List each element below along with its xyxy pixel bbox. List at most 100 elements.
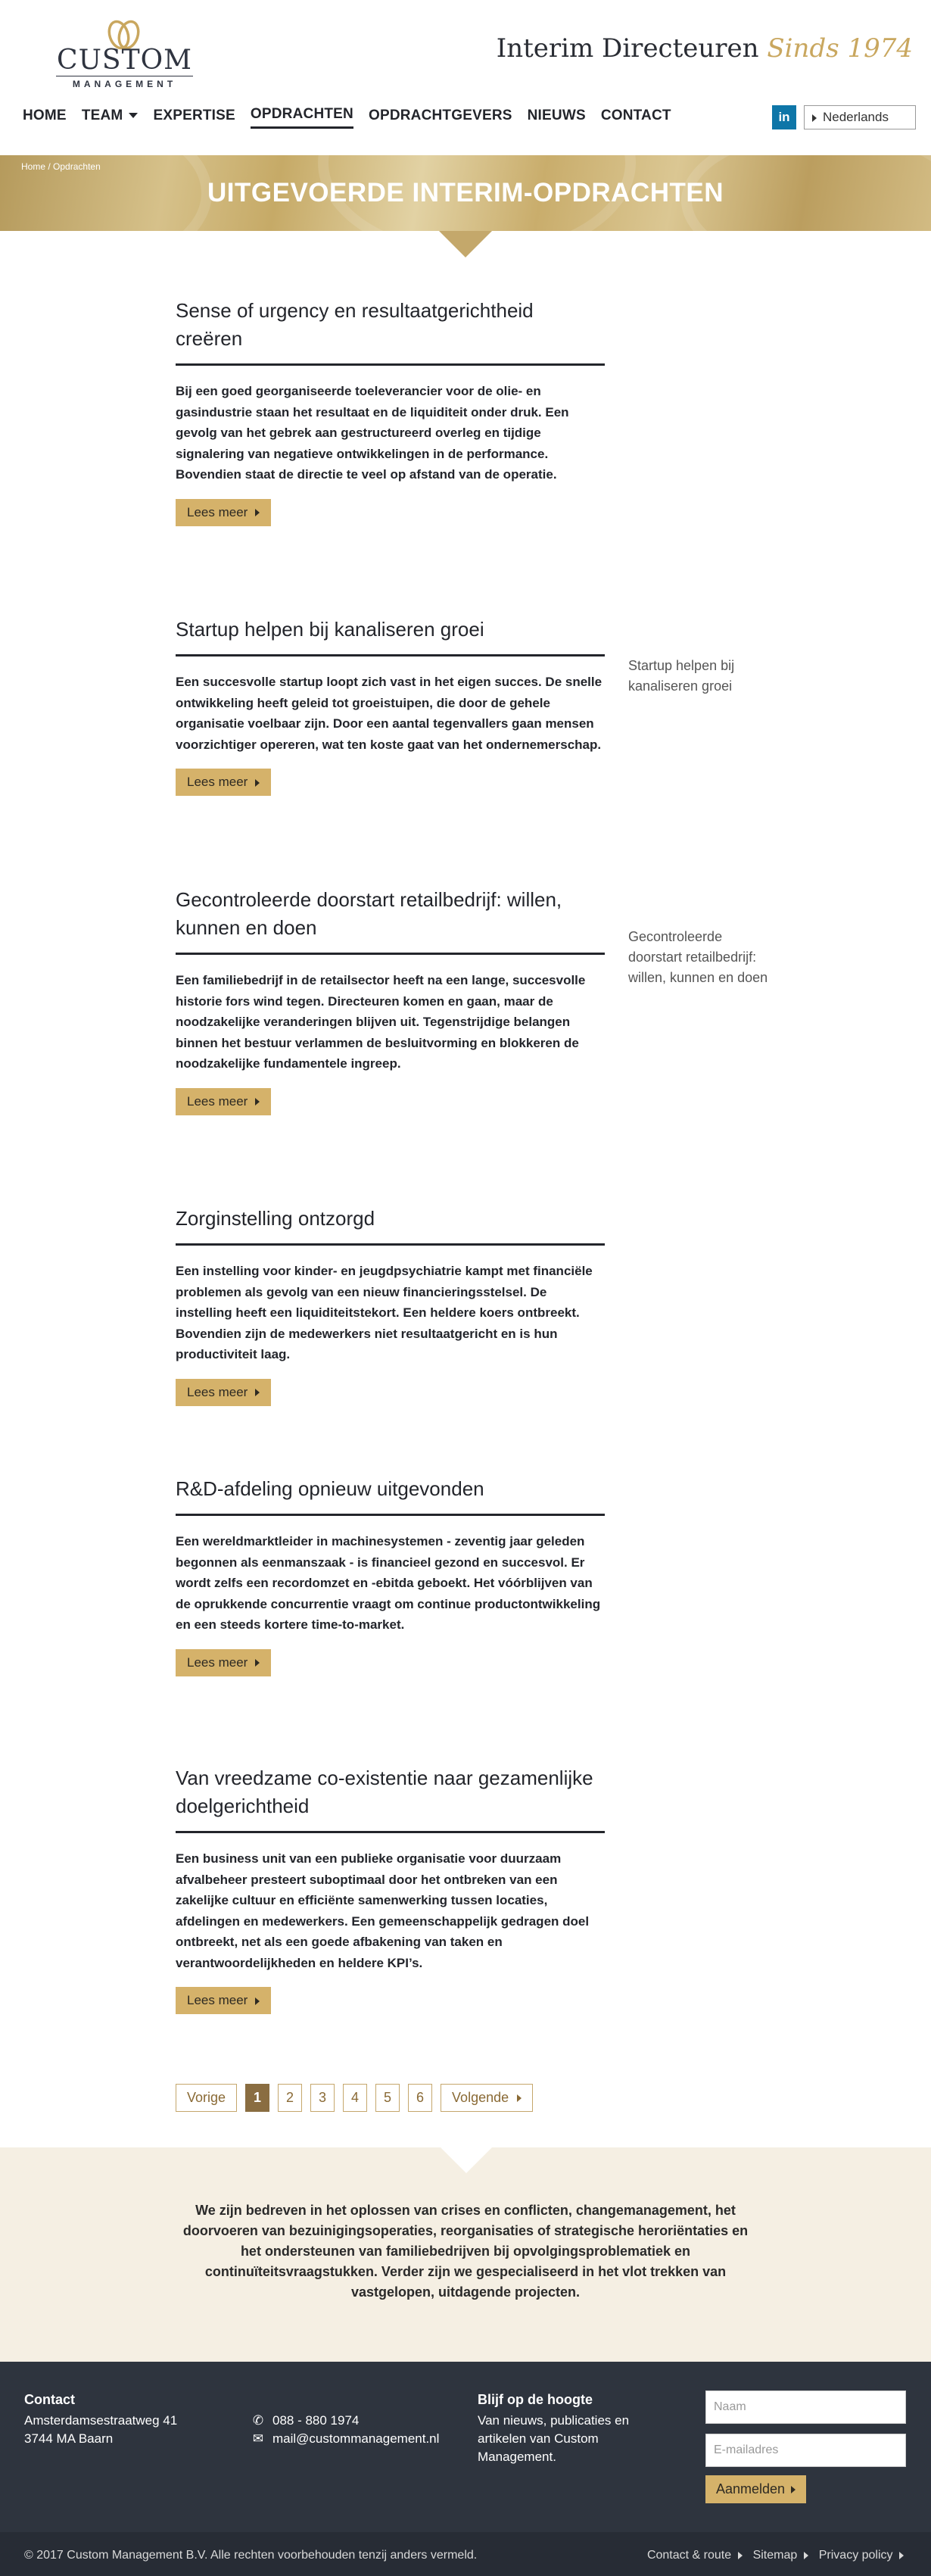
- link-contact-route-label: Contact & route: [646, 2549, 732, 2562]
- nav-nieuws[interactable]: NIEUWS: [528, 106, 586, 129]
- caret-right-icon: [255, 1997, 260, 2005]
- link-sitemap[interactable]: Sitemap: [753, 2549, 808, 2562]
- read-more-button[interactable]: Lees meer: [176, 1648, 272, 1676]
- chevron-down-icon: [129, 113, 139, 118]
- read-more-label: Lees meer: [187, 775, 248, 789]
- article-summary: Bij een goed georganiseerde toeleveranci…: [176, 384, 569, 482]
- footer-newsletter-text: Van nieuws, publicaties en artikelen van…: [478, 2413, 630, 2464]
- article-title[interactable]: Sense of urgency en resultaatgerichtheid…: [176, 297, 605, 353]
- nav-team[interactable]: TEAM: [82, 106, 139, 129]
- article-card: Zorginstelling ontzorgd Een instelling v…: [176, 1205, 605, 1406]
- read-more-label: Lees meer: [187, 1654, 248, 1670]
- tagline: Interim Directeuren Sinds 1974: [497, 33, 913, 64]
- read-more-label: Lees meer: [187, 1384, 248, 1399]
- read-more-button[interactable]: Lees meer: [176, 769, 272, 796]
- article-title[interactable]: Startup helpen bij kanaliseren groei: [176, 616, 605, 644]
- footer-phone[interactable]: 088 - 880 1974: [272, 2413, 359, 2428]
- nav-opdrachtgevers[interactable]: OPDRACHTGEVERS: [369, 106, 512, 129]
- pagination-page-1[interactable]: 1: [245, 2084, 270, 2112]
- main-nav: HOME TEAM EXPERTISE OPDRACHTEN OPDRACHTG…: [23, 106, 687, 129]
- caret-right-icon: [255, 509, 260, 517]
- logo[interactable]: CUSTOM MANAGEMENT: [54, 18, 195, 91]
- pagination-page-2[interactable]: 2: [278, 2084, 303, 2112]
- article-summary: Een instelling voor kinder- en jeugdpsyc…: [176, 1264, 593, 1361]
- caret-right-icon: [791, 2486, 796, 2494]
- article-divider: [176, 363, 605, 366]
- caret-right-icon: [812, 114, 817, 122]
- link-privacy-label: Privacy policy: [818, 2549, 893, 2562]
- copyright: © 2017 Custom Management B.V. Alle recht…: [24, 2549, 478, 2562]
- article-card: Startup helpen bij kanaliseren groei Een…: [176, 616, 605, 796]
- read-more-button[interactable]: Lees meer: [176, 498, 272, 526]
- newsletter-name-input[interactable]: Naam: [705, 2390, 906, 2424]
- bottom-bar: © 2017 Custom Management B.V. Alle recht…: [0, 2532, 931, 2576]
- pagination-page-4[interactable]: 4: [343, 2084, 368, 2112]
- nav-expertise[interactable]: EXPERTISE: [153, 106, 235, 129]
- bottom-links: Contact & route Sitemap Privacy policy: [637, 2549, 904, 2562]
- sidebar-related-text: Gecontroleerde doorstart retailbedrijf: …: [628, 929, 768, 985]
- pagination-page-3[interactable]: 3: [310, 2084, 335, 2112]
- breadcrumb-current: Opdrachten: [53, 161, 101, 172]
- tagline-since: Sinds 1974: [767, 33, 913, 64]
- article-title[interactable]: Van vreedzame co-existentie naar gezamen…: [176, 1764, 605, 1820]
- pagination-page-6[interactable]: 6: [408, 2084, 433, 2112]
- pagination-page-5[interactable]: 5: [375, 2084, 400, 2112]
- nav-contact-label: CONTACT: [600, 107, 671, 123]
- nav-expertise-label: EXPERTISE: [153, 107, 235, 123]
- nav-team-label: TEAM: [81, 107, 123, 123]
- article-title[interactable]: Gecontroleerde doorstart retailbedrijf: …: [176, 886, 605, 942]
- pagination: Vorige 1 2 3 4 5 6 Volgende: [176, 2084, 541, 2112]
- logo-main-text: CUSTOM: [57, 45, 192, 76]
- caret-right-icon: [517, 2094, 522, 2103]
- newsletter-email-input[interactable]: E-mailadres: [705, 2434, 906, 2467]
- caret-right-icon: [255, 1659, 260, 1667]
- mission-section: We zijn bedreven in het oplossen van cri…: [0, 2147, 931, 2362]
- article-summary: Een wereldmarktleider in machinesystemen…: [176, 1534, 601, 1632]
- article-divider: [176, 1514, 605, 1516]
- link-privacy-policy[interactable]: Privacy policy: [819, 2549, 904, 2562]
- read-more-button[interactable]: Lees meer: [176, 1378, 272, 1406]
- caret-right-icon: [255, 1389, 260, 1397]
- caret-right-icon: [803, 2551, 808, 2559]
- footer-contact: Contact Amsterdamsestraatweg 41 3744 MA …: [24, 2390, 177, 2448]
- footer-contact-details: ✆ 088 - 880 1974 ✉ mail@custommanagement.n…: [251, 2412, 440, 2448]
- footer-newsletter-heading: Blijf op de hoogte: [478, 2392, 593, 2407]
- nav-contact[interactable]: CONTACT: [601, 106, 671, 129]
- article-title[interactable]: R&D-afdeling opnieuw uitgevonden: [176, 1475, 605, 1503]
- article-divider: [176, 953, 605, 955]
- read-more-button[interactable]: Lees meer: [176, 1087, 272, 1115]
- language-label: Nederlands: [823, 110, 889, 124]
- footer-email[interactable]: mail@custommanagement.nl: [272, 2431, 439, 2446]
- page-banner: Home / Opdrachten UITGEVOERDE INTERIM-OP…: [0, 155, 931, 231]
- footer-address-line1: Amsterdamsestraatweg 41: [24, 2413, 178, 2428]
- nav-opdrachten[interactable]: OPDRACHTEN: [250, 106, 353, 129]
- read-more-label: Lees meer: [187, 504, 248, 519]
- breadcrumb: Home / Opdrachten: [21, 161, 101, 172]
- article-card: Van vreedzame co-existentie naar gezamen…: [176, 1764, 605, 2014]
- page-title: UITGEVOERDE INTERIM-OPDRACHTEN: [207, 178, 724, 207]
- language-selector[interactable]: Nederlands: [804, 105, 916, 129]
- logo-sub-text: MANAGEMENT: [72, 79, 177, 89]
- link-sitemap-label: Sitemap: [752, 2549, 798, 2562]
- caret-right-icon: [899, 2551, 904, 2559]
- newsletter-submit-label: Aanmelden: [716, 2481, 786, 2496]
- mission-pointer: [441, 2147, 492, 2173]
- linkedin-icon[interactable]: in: [772, 105, 796, 129]
- read-more-button[interactable]: Lees meer: [176, 1987, 272, 2014]
- pagination-prev[interactable]: Vorige: [176, 2084, 238, 2112]
- breadcrumb-home[interactable]: Home: [21, 161, 45, 172]
- article-title[interactable]: Zorginstelling ontzorgd: [176, 1205, 605, 1233]
- read-more-label: Lees meer: [187, 1993, 248, 2007]
- nav-opdrachten-label: OPDRACHTEN: [250, 106, 353, 122]
- nav-home[interactable]: HOME: [23, 106, 67, 129]
- article-summary: Een familiebedrijf in de retailsector he…: [176, 973, 586, 1071]
- site-header: CUSTOM MANAGEMENT Interim Directeuren Si…: [0, 0, 931, 155]
- phone-icon: ✆: [252, 2413, 264, 2428]
- article-divider: [176, 654, 605, 656]
- link-contact-route[interactable]: Contact & route: [647, 2549, 743, 2562]
- article-divider: [176, 1831, 605, 1833]
- breadcrumb-separator: /: [48, 161, 51, 172]
- newsletter-submit-button[interactable]: Aanmelden: [705, 2475, 807, 2503]
- article-card: R&D-afdeling opnieuw uitgevonden Een wer…: [176, 1475, 605, 1676]
- pagination-next[interactable]: Volgende: [441, 2084, 534, 2112]
